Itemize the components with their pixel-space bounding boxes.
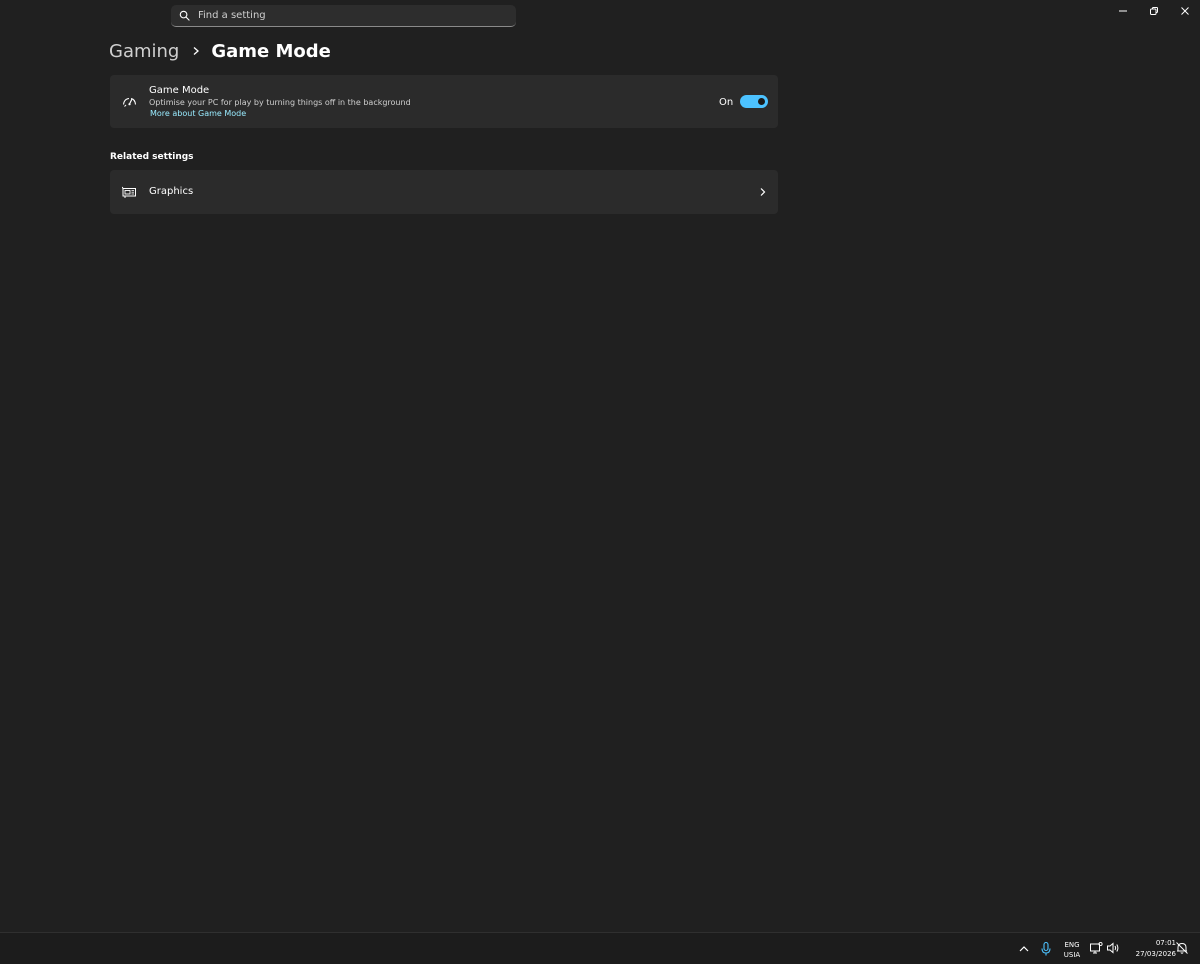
toggle-knob [758,98,765,105]
game-mode-toggle[interactable] [740,95,768,108]
toggle-state-label: On [719,97,734,108]
input-language-button[interactable]: ENG USIA [1060,939,1084,961]
chevron-right-icon [760,188,766,196]
graphics-label: Graphics [149,186,194,197]
breadcrumb-parent-link[interactable]: Gaming [109,41,179,62]
notification-bell-icon [1176,942,1188,954]
page-title: Game Mode [211,40,331,62]
network-button[interactable] [1089,941,1103,955]
search-input[interactable] [198,10,498,21]
speaker-icon [1107,942,1119,954]
breadcrumb: Gaming Game Mode [109,38,331,64]
chevron-right-icon [193,47,200,55]
clock-button[interactable]: 07:01 27/03/2026 [1124,938,1176,960]
minimize-button[interactable] [1107,0,1138,21]
language-code: ENG [1064,941,1080,949]
clock-date: 27/03/2026 [1135,950,1176,958]
graphics-card-icon [122,186,136,198]
search-box[interactable] [171,5,516,27]
game-mode-description: Optimise your PC for play by turning thi… [149,98,411,107]
microphone-icon [1041,941,1051,956]
clock-time: 07:01 [1155,939,1176,947]
chevron-up-icon [1019,946,1029,952]
network-icon [1090,941,1103,954]
game-mode-title: Game Mode [149,85,210,96]
graphics-settings-item[interactable]: Graphics [110,170,778,214]
minimize-icon [1118,10,1127,11]
close-icon [1180,6,1189,15]
show-hidden-icons-button[interactable] [1017,942,1031,956]
microphone-button[interactable] [1039,941,1053,957]
restore-button[interactable] [1138,0,1169,21]
settings-window: Gaming Game Mode Game Mode Optimise your… [0,0,1200,932]
restore-icon [1149,6,1158,15]
notifications-button[interactable] [1175,941,1189,955]
search-icon [179,10,190,21]
keyboard-layout: USIA [1063,951,1081,959]
related-settings-heading: Related settings [110,152,194,162]
volume-button[interactable] [1106,941,1120,955]
more-about-game-mode-link[interactable]: More about Game Mode [150,109,246,118]
game-mode-icon [122,97,137,107]
taskbar: ENG USIA 07:01 27/03/2026 [0,932,1200,964]
game-mode-card: Game Mode Optimise your PC for play by t… [110,75,778,128]
close-button[interactable] [1169,0,1200,21]
